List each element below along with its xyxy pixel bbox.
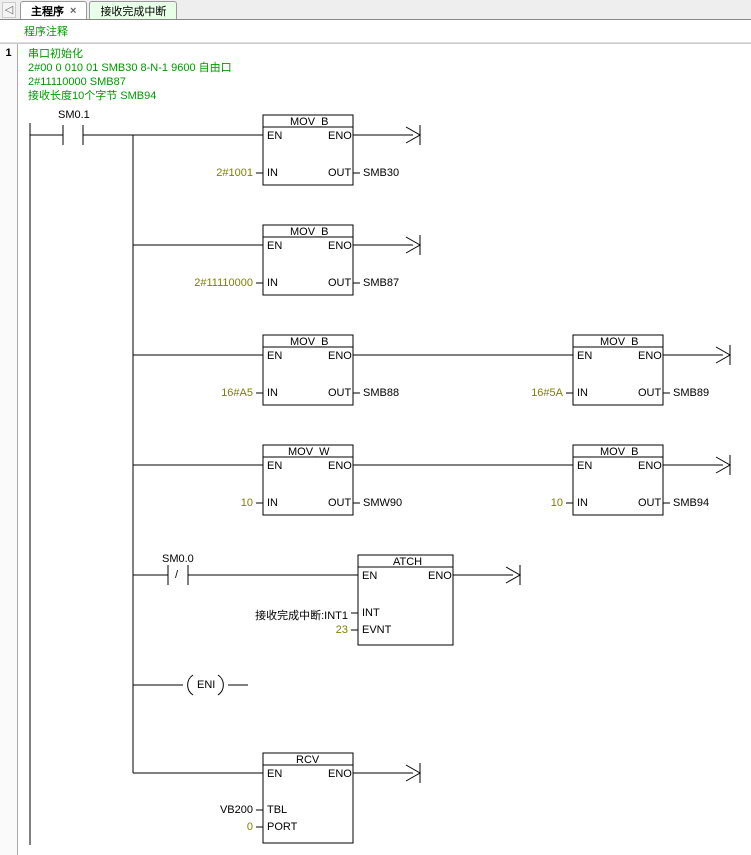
in-label: IN (267, 497, 278, 509)
tbl-value: VB200 (213, 804, 253, 816)
out-value: SMW90 (363, 497, 402, 509)
block-title: RCV (296, 754, 319, 766)
in-value: 16#5A (525, 387, 563, 399)
in-value: 16#A5 (215, 387, 253, 399)
int-label: INT (362, 607, 380, 619)
contact-sm00-label: SM0.0 (162, 553, 194, 565)
tab-main-program-label: 主程序 (31, 3, 64, 19)
block-title: MOV_B (290, 226, 329, 238)
out-label: OUT (638, 497, 661, 509)
comment-line: 接收长度10个字节 SMB94 (28, 89, 745, 103)
block-title: MOV_B (600, 446, 639, 458)
out-label: OUT (328, 277, 351, 289)
eni-coil-label: ENI (197, 679, 215, 691)
tbl-label: TBL (267, 804, 287, 816)
en-label: EN (577, 460, 592, 472)
evnt-label: EVNT (362, 624, 391, 636)
comment-line: 串口初始化 (28, 47, 745, 61)
port-label: PORT (267, 821, 297, 833)
int-value: 接收完成中断:INT1 (246, 607, 348, 623)
in-value: 10 (233, 497, 253, 509)
out-value: SMB88 (363, 387, 399, 399)
en-label: EN (267, 350, 282, 362)
out-value: SMB89 (673, 387, 709, 399)
comment-line: 2#00 0 010 01 SMB30 8-N-1 9600 自由口 (28, 61, 745, 75)
evnt-value: 23 (328, 624, 348, 636)
out-value: SMB87 (363, 277, 399, 289)
eno-label: ENO (638, 460, 662, 472)
ladder-diagram: SM0.1 MOV_B EN ENO IN OUT 2#1001 SMB30 M… (18, 105, 748, 855)
eno-label: ENO (328, 350, 352, 362)
network-1: 1 串口初始化 2#00 0 010 01 SMB30 8-N-1 9600 自… (0, 43, 751, 855)
block-title: MOV_B (290, 116, 329, 128)
en-label: EN (362, 570, 377, 582)
eno-label: ENO (638, 350, 662, 362)
in-label: IN (577, 387, 588, 399)
close-icon[interactable]: × (70, 5, 76, 17)
eno-label: ENO (428, 570, 452, 582)
en-label: EN (577, 350, 592, 362)
network-number: 1 (0, 44, 18, 855)
in-value: 2#1001 (215, 167, 253, 179)
eno-label: ENO (328, 460, 352, 472)
en-label: EN (267, 240, 282, 252)
en-label: EN (267, 768, 282, 780)
out-value: SMB94 (673, 497, 709, 509)
tab-rx-complete-int[interactable]: 接收完成中断 (89, 1, 177, 19)
in-label: IN (267, 167, 278, 179)
port-value: 0 (233, 821, 253, 833)
block-title: ATCH (393, 556, 422, 568)
eno-label: ENO (328, 240, 352, 252)
block-title: MOV_B (290, 336, 329, 348)
block-title: MOV_W (288, 446, 330, 458)
en-label: EN (267, 130, 282, 142)
comment-line: 2#11110000 SMB87 (28, 75, 745, 89)
eno-label: ENO (328, 768, 352, 780)
out-label: OUT (328, 497, 351, 509)
in-label: IN (267, 387, 278, 399)
out-label: OUT (328, 387, 351, 399)
in-value: 10 (543, 497, 563, 509)
network-comment: 串口初始化 2#00 0 010 01 SMB30 8-N-1 9600 自由口… (18, 44, 751, 105)
block-title: MOV_B (600, 336, 639, 348)
in-label: IN (577, 497, 588, 509)
in-label: IN (267, 277, 278, 289)
tab-rx-complete-int-label: 接收完成中断 (100, 3, 166, 19)
out-value: SMB30 (363, 167, 399, 179)
en-label: EN (267, 460, 282, 472)
out-label: OUT (328, 167, 351, 179)
out-label: OUT (638, 387, 661, 399)
tab-bar: ◁ 主程序 × 接收完成中断 (0, 0, 751, 20)
in-value: 2#11110000 (188, 277, 253, 289)
program-comment: 程序注释 (0, 20, 751, 43)
contact-sm01-label: SM0.1 (58, 109, 90, 121)
eno-label: ENO (328, 130, 352, 142)
tab-main-program[interactable]: 主程序 × (20, 1, 87, 19)
nc-slash: / (175, 569, 178, 581)
tab-prev-button[interactable]: ◁ (2, 2, 16, 18)
